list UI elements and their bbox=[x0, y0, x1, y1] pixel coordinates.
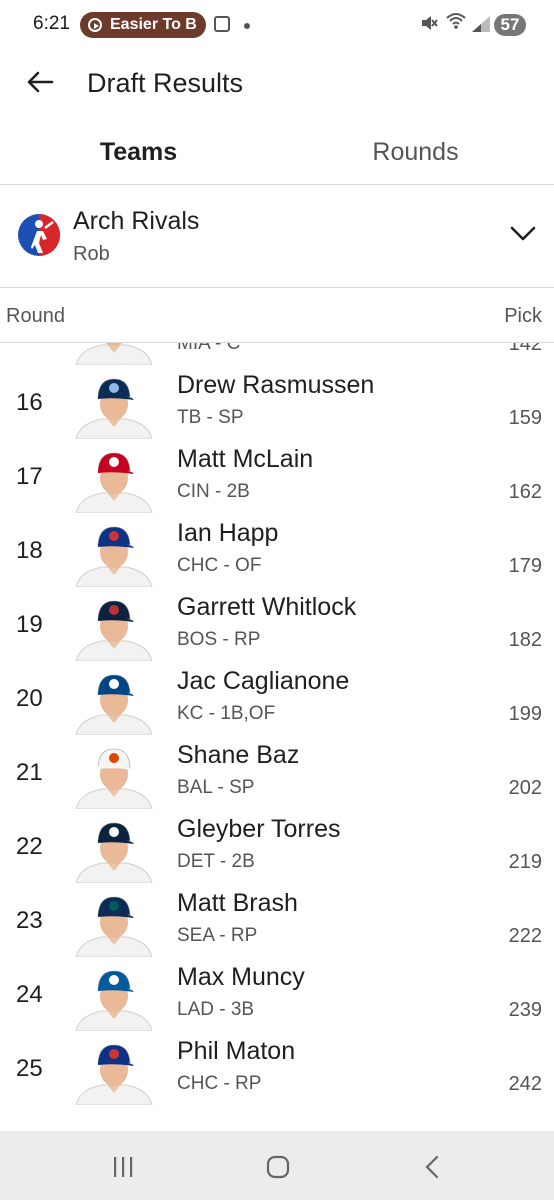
team-owner: Rob bbox=[73, 243, 110, 265]
player-name: Ian Happ bbox=[177, 519, 279, 547]
pick-row[interactable]: 16 Drew Rasmussen TB - SP 159 bbox=[0, 367, 554, 441]
pick-round: 21 bbox=[16, 759, 43, 786]
player-name: Matt McLain bbox=[177, 445, 314, 473]
pick-round: 19 bbox=[16, 611, 43, 638]
picks-list: 15Agustin RamirezMIA - C14216Drew Rasmus… bbox=[0, 343, 554, 1107]
player-team-position: MIA - C bbox=[177, 343, 241, 354]
player-headshot bbox=[75, 1044, 153, 1105]
pick-round: 24 bbox=[16, 981, 43, 1008]
player-headshot bbox=[75, 970, 153, 1031]
pick-number: 202 bbox=[508, 777, 542, 799]
player-name: Jac Caglianone bbox=[177, 667, 350, 695]
pick-round: 17 bbox=[16, 463, 43, 490]
tab-rounds[interactable]: Rounds bbox=[277, 138, 554, 167]
player-headshot bbox=[75, 748, 153, 809]
pick-row[interactable]: 23 Matt Brash SEA - RP 222 bbox=[0, 885, 554, 959]
player-team-position: LAD - 3B bbox=[177, 999, 255, 1020]
pick-number: 159 bbox=[508, 407, 542, 429]
pick-number: 239 bbox=[508, 999, 542, 1021]
player-headshot bbox=[75, 378, 153, 439]
column-pick-label: Pick bbox=[504, 305, 542, 327]
pick-row[interactable]: 19 Garrett Whitlock BOS - RP 182 bbox=[0, 589, 554, 663]
pick-number: 182 bbox=[508, 629, 542, 651]
pick-number: 162 bbox=[508, 481, 542, 503]
chevron-down-icon[interactable] bbox=[509, 225, 537, 243]
system-nav-bar bbox=[0, 1131, 554, 1200]
player-name: Phil Maton bbox=[177, 1037, 296, 1065]
pick-row[interactable]: 24 Max Muncy LAD - 3B 239 bbox=[0, 959, 554, 1033]
pick-row[interactable]: 15Agustin RamirezMIA - C142 bbox=[0, 343, 554, 367]
status-bar: 6:21 Easier To B 57 bbox=[0, 0, 554, 52]
column-header: Round Pick bbox=[0, 288, 554, 343]
player-team-position: CIN - 2B bbox=[177, 481, 250, 502]
home-icon[interactable] bbox=[266, 1155, 290, 1179]
pick-row[interactable]: 25 Phil Maton CHC - RP 242 bbox=[0, 1033, 554, 1107]
player-headshot bbox=[75, 896, 153, 957]
back-icon[interactable] bbox=[424, 1155, 440, 1179]
pick-round: 23 bbox=[16, 907, 43, 934]
player-headshot bbox=[75, 600, 153, 661]
pick-row[interactable]: 21 Shane Baz BAL - SP 202 bbox=[0, 737, 554, 811]
pick-row[interactable]: 22 Gleyber Torres DET - 2B 219 bbox=[0, 811, 554, 885]
media-pill[interactable]: Easier To B bbox=[80, 12, 206, 38]
player-team-position: TB - SP bbox=[177, 407, 244, 428]
column-round-label: Round bbox=[6, 305, 65, 327]
media-pill-label: Easier To B bbox=[110, 16, 197, 33]
player-team-position: BAL - SP bbox=[177, 777, 255, 798]
pick-number: 199 bbox=[508, 703, 542, 725]
pick-round: 25 bbox=[16, 1055, 43, 1082]
team-selector[interactable]: Arch Rivals Rob bbox=[0, 185, 554, 288]
tab-teams[interactable]: Teams bbox=[0, 138, 277, 167]
notification-dot-icon bbox=[244, 23, 250, 29]
play-circle-icon bbox=[88, 18, 102, 32]
pick-row[interactable]: 17 Matt McLain CIN - 2B 162 bbox=[0, 441, 554, 515]
player-name: Shane Baz bbox=[177, 741, 300, 769]
pick-round: 16 bbox=[16, 389, 43, 416]
battery-icon: 57 bbox=[494, 14, 526, 36]
player-name: Garrett Whitlock bbox=[177, 593, 357, 621]
player-team-position: CHC - OF bbox=[177, 555, 262, 576]
player-name: Gleyber Torres bbox=[177, 815, 341, 843]
player-headshot bbox=[75, 526, 153, 587]
pick-number: 179 bbox=[508, 555, 542, 577]
team-logo-icon bbox=[18, 214, 60, 256]
app-bar: Draft Results bbox=[0, 52, 554, 118]
pick-row[interactable]: 18 Ian Happ CHC - OF 179 bbox=[0, 515, 554, 589]
player-name: Matt Brash bbox=[177, 889, 298, 917]
pick-round: 18 bbox=[16, 537, 43, 564]
pick-row[interactable]: 20 Jac Caglianone KC - 1B,OF 199 bbox=[0, 663, 554, 737]
pick-number: 242 bbox=[508, 1073, 542, 1095]
tab-bar: Teams Rounds bbox=[0, 118, 554, 185]
pick-number: 222 bbox=[508, 925, 542, 947]
pick-number: 142 bbox=[508, 343, 542, 355]
player-headshot bbox=[75, 343, 153, 365]
arrow-left-icon[interactable] bbox=[24, 66, 56, 98]
player-name: Drew Rasmussen bbox=[177, 371, 375, 399]
status-time: 6:21 bbox=[33, 13, 70, 34]
player-team-position: DET - 2B bbox=[177, 851, 255, 872]
pick-round: 20 bbox=[16, 685, 43, 712]
screenshot-icon bbox=[214, 16, 230, 32]
team-name: Arch Rivals bbox=[73, 207, 200, 235]
player-team-position: BOS - RP bbox=[177, 629, 261, 650]
wifi-icon bbox=[446, 13, 466, 29]
player-headshot bbox=[75, 674, 153, 735]
pick-round: 22 bbox=[16, 833, 43, 860]
player-name: Max Muncy bbox=[177, 963, 305, 991]
pick-number: 219 bbox=[508, 851, 542, 873]
mute-icon bbox=[422, 16, 438, 30]
picks-list-viewport[interactable]: 15Agustin RamirezMIA - C14216Drew Rasmus… bbox=[0, 343, 554, 1131]
player-headshot bbox=[75, 452, 153, 513]
player-team-position: CHC - RP bbox=[177, 1073, 262, 1094]
recents-icon[interactable] bbox=[112, 1157, 134, 1177]
signal-icon bbox=[472, 16, 490, 32]
player-team-position: SEA - RP bbox=[177, 925, 258, 946]
player-headshot bbox=[75, 822, 153, 883]
page-title: Draft Results bbox=[87, 68, 244, 98]
player-team-position: KC - 1B,OF bbox=[177, 703, 276, 724]
